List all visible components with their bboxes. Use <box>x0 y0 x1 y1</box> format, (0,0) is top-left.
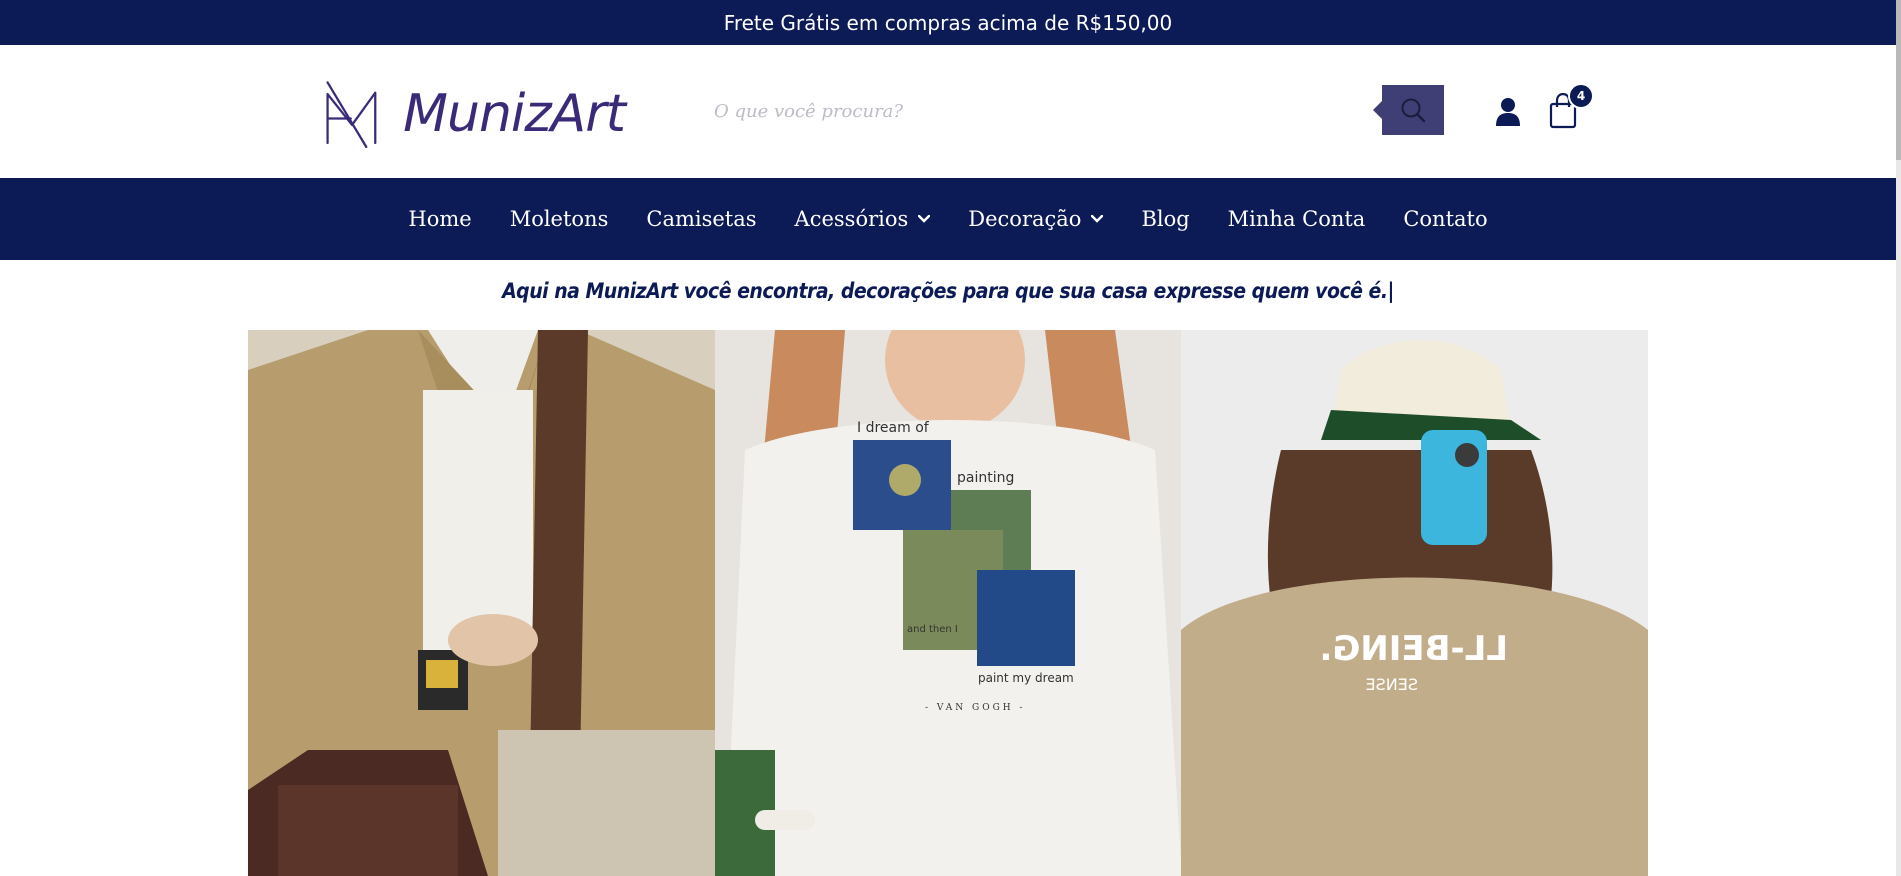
nav-label: Decoração <box>968 207 1082 231</box>
sweatshirt-print-text: SENSE <box>1366 675 1419 694</box>
shirt-print-text: painting <box>957 470 1014 486</box>
nav-item-acessorios[interactable]: Acessórios <box>795 207 931 231</box>
photo-trench-coat <box>248 330 715 876</box>
product-gallery: I dream of painting and then I paint my … <box>248 330 1649 876</box>
search-input[interactable] <box>700 85 1396 137</box>
chevron-down-icon <box>1091 215 1104 223</box>
nav-label: Minha Conta <box>1227 207 1366 231</box>
photo-sweatshirt: LL-BEING. SENSE <box>1181 330 1649 876</box>
nav-label: Acessórios <box>794 207 909 231</box>
search-icon <box>1401 98 1426 123</box>
user-icon <box>1496 98 1520 126</box>
site-logo[interactable]: MunizArt <box>325 59 626 169</box>
shirt-print-text: and then I <box>907 624 958 635</box>
product-image-sweatshirt[interactable]: LL-BEING. SENSE <box>1181 330 1649 876</box>
nav-label: Home <box>408 207 472 231</box>
product-image-trench-coat[interactable] <box>248 330 715 876</box>
tagline: Aqui na MunizArt você encontra, decoraçõ… <box>502 279 1394 303</box>
chevron-down-icon <box>918 215 931 223</box>
nav-item-decoracao[interactable]: Decoração <box>968 207 1104 231</box>
main-nav: Home Moletons Camisetas Acessórios Decor… <box>0 178 1896 260</box>
search-button[interactable] <box>1373 85 1444 135</box>
nav-item-moletons[interactable]: Moletons <box>510 207 609 231</box>
promo-text: Frete Grátis em compras acima de R$150,0… <box>723 10 1173 35</box>
scrollbar-thumb[interactable] <box>1896 0 1901 160</box>
shirt-print-text: - VAN GOGH - <box>925 703 1026 713</box>
photo-van-gogh-tshirt: I dream of painting and then I paint my … <box>714 330 1182 876</box>
product-image-van-gogh-tshirt[interactable]: I dream of painting and then I paint my … <box>714 330 1182 876</box>
nav-label: Camisetas <box>646 207 757 231</box>
sweatshirt-print-text: LL-BEING. <box>1320 629 1509 669</box>
account-button[interactable] <box>1494 97 1522 127</box>
nav-label: Moletons <box>509 207 609 231</box>
nav-item-home[interactable]: Home <box>408 207 471 231</box>
nav-item-minha-conta[interactable]: Minha Conta <box>1228 207 1366 231</box>
promo-bar: Frete Grátis em compras acima de R$150,0… <box>0 0 1896 45</box>
nav-label: Blog <box>1141 207 1190 231</box>
shirt-print-text: paint my dream <box>978 671 1074 685</box>
nav-label: Contato <box>1403 207 1488 231</box>
nav-item-camisetas[interactable]: Camisetas <box>646 207 756 231</box>
nav-item-blog[interactable]: Blog <box>1141 207 1189 231</box>
logo-text: MunizArt <box>403 84 626 144</box>
search-bar <box>700 85 1444 137</box>
cart-count-badge: 4 <box>1568 83 1594 109</box>
shirt-print-text: I dream of <box>857 420 930 436</box>
nav-item-contato[interactable]: Contato <box>1403 207 1487 231</box>
logo-monogram-icon <box>326 81 377 148</box>
site-header: MunizArt 4 <box>0 45 1896 178</box>
